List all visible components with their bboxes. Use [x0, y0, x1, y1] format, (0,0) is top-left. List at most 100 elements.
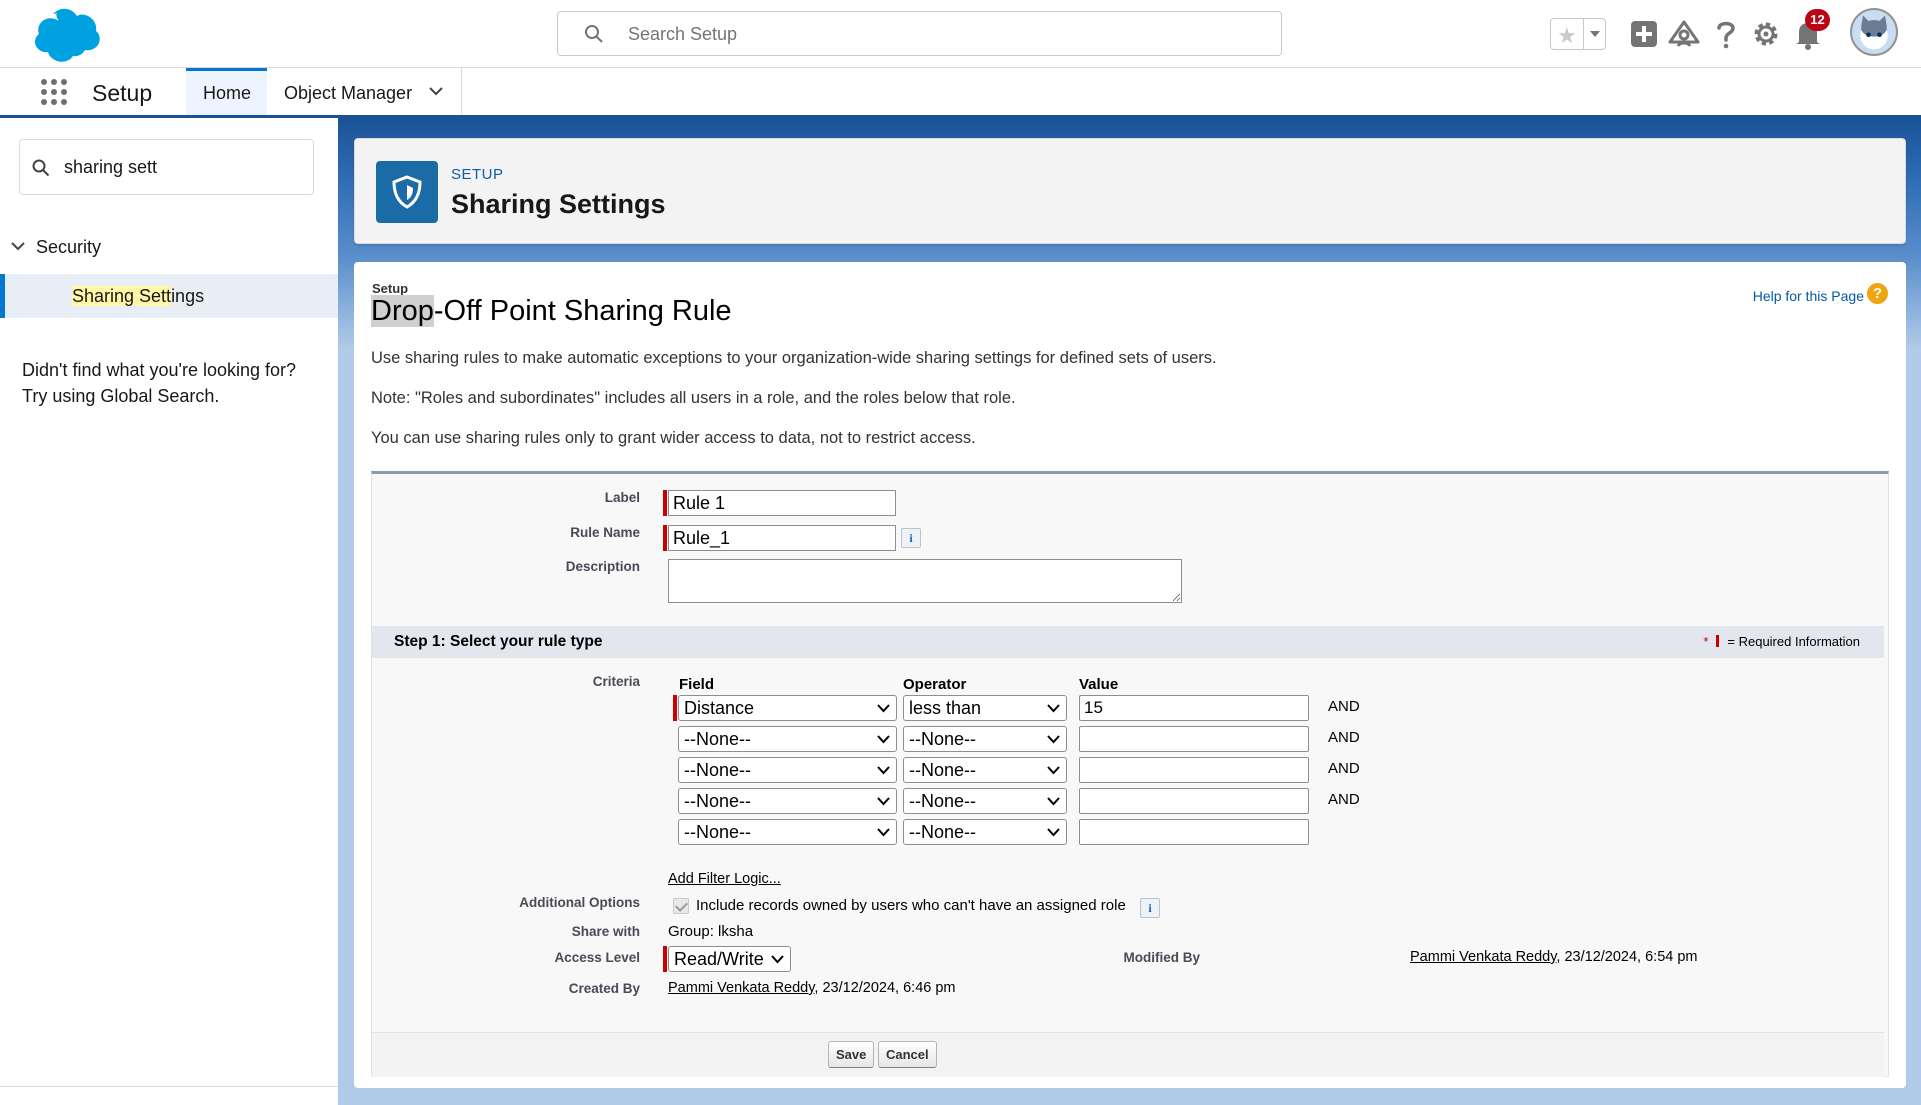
access-level-select[interactable]: Read/Write [668, 946, 791, 972]
app-name: Setup [92, 80, 153, 106]
criteria-field-select[interactable]: Distance [678, 695, 897, 721]
tab-object-manager[interactable]: Object Manager [267, 68, 462, 115]
main-content: Setup Drop-Off Point Sharing Rule Help f… [354, 262, 1906, 1088]
trailhead-icon[interactable] [1666, 16, 1702, 52]
chevron-down-icon [877, 797, 890, 806]
favorites-button[interactable]: ★ [1550, 18, 1606, 50]
column-header-value: Value [1079, 676, 1119, 693]
rule-name-input[interactable] [668, 525, 896, 551]
search-icon [585, 25, 603, 43]
criteria-and-label: AND [1328, 760, 1360, 777]
step-1-header: Step 1: Select your rule type * = Require… [372, 626, 1884, 658]
criteria-field-select[interactable]: --None-- [678, 726, 897, 752]
global-search[interactable] [557, 11, 1282, 56]
selected-text: Drop [371, 295, 434, 327]
chevron-down-icon [877, 735, 890, 744]
star-icon: ★ [1557, 23, 1577, 48]
chevron-down-icon [1047, 797, 1060, 806]
additional-options-label: Additional Options [519, 895, 640, 910]
favorites-dropdown[interactable] [1583, 19, 1605, 49]
global-search-input[interactable] [628, 20, 1248, 48]
access-level-value: Read/Write [674, 949, 764, 969]
modified-by-user-link[interactable]: Pammi Venkata Reddy [1410, 949, 1556, 965]
rule-name-info-icon[interactable]: i [901, 528, 921, 548]
required-indicator [663, 946, 667, 972]
quick-find-input[interactable] [64, 154, 294, 180]
criteria-field-value: Distance [684, 698, 755, 718]
app-launcher-icon[interactable] [40, 78, 68, 106]
share-with-label: Share with [571, 924, 640, 939]
criteria-value-input[interactable] [1079, 788, 1309, 814]
chevron-down-icon [771, 955, 784, 964]
modified-by-value: Pammi Venkata Reddy, 23/12/2024, 6:54 pm [1410, 949, 1698, 965]
criteria-value-input[interactable] [1079, 695, 1309, 721]
sidebar-footer [0, 1086, 338, 1105]
chevron-down-icon [1047, 735, 1060, 744]
add-filter-logic-link[interactable]: Add Filter Logic... [668, 871, 781, 887]
required-information-text: = Required Information [1727, 634, 1860, 649]
tree-node-security[interactable]: Security [10, 237, 101, 258]
help-for-this-page-link[interactable]: Help for this Page [1753, 288, 1864, 304]
rule-title: Drop-Off Point Sharing Rule [371, 295, 732, 328]
chevron-down-icon [877, 828, 890, 837]
label-input[interactable] [668, 490, 896, 516]
criteria-field-select[interactable]: --None-- [678, 819, 897, 845]
tree-node-label: Security [36, 237, 102, 257]
sidebar-item-label: ings [171, 286, 205, 306]
chevron-down-icon [1590, 31, 1600, 37]
required-indicator [663, 490, 667, 516]
required-star: * [1703, 634, 1709, 649]
criteria-field-value: --None-- [684, 760, 752, 780]
criteria-operator-select[interactable]: --None-- [903, 726, 1067, 752]
chevron-down-icon [877, 704, 890, 713]
chevron-down-icon [1047, 828, 1060, 837]
description-textarea[interactable] [668, 559, 1182, 603]
required-information-legend: * = Required Information [1703, 634, 1860, 649]
criteria-operator-value: --None-- [909, 822, 977, 842]
created-by-value: Pammi Venkata Reddy, 23/12/2024, 6:46 pm [668, 980, 956, 996]
setup-gear-icon[interactable] [1748, 16, 1784, 52]
quick-find[interactable] [19, 139, 314, 195]
created-by-date: , 23/12/2024, 6:46 pm [814, 980, 956, 996]
criteria-value-input[interactable] [1079, 726, 1309, 752]
criteria-value-input[interactable] [1079, 819, 1309, 845]
search-match-highlight: Sharing Sett [72, 286, 172, 306]
page-header-eyebrow: SETUP [451, 166, 504, 183]
include-records-checkbox[interactable] [673, 898, 689, 914]
criteria-field-select[interactable]: --None-- [678, 757, 897, 783]
criteria-and-label: AND [1328, 698, 1360, 715]
page-header: SETUP Sharing Settings [354, 138, 1906, 244]
criteria-operator-select[interactable]: --None-- [903, 819, 1067, 845]
sharing-rule-form: Label Rule Name i Description Step 1: Se… [371, 471, 1889, 1077]
note-text: Note: "Roles and subordinates" includes … [371, 389, 1016, 407]
salesforce-logo[interactable] [20, 8, 100, 62]
help-icon[interactable] [1708, 16, 1744, 52]
criteria-operator-select[interactable]: --None-- [903, 757, 1067, 783]
help-circle-icon[interactable]: ? [1867, 283, 1888, 304]
column-header-field: Field [679, 676, 715, 693]
criteria-operator-select[interactable]: less than [903, 695, 1067, 721]
created-by-user-link[interactable]: Pammi Venkata Reddy [668, 980, 814, 996]
sidebar-item-sharing-settings[interactable]: Sharing Settings [0, 274, 338, 318]
not-found-message: Didn't find what you're looking for? Try… [22, 357, 296, 409]
criteria-operator-value: --None-- [909, 791, 977, 811]
additional-options-info-icon[interactable]: i [1140, 898, 1160, 918]
tab-object-manager-label: Object Manager [284, 83, 413, 103]
chevron-down-icon[interactable] [10, 240, 26, 252]
tab-home[interactable]: Home [186, 68, 267, 115]
criteria-and-label: AND [1328, 729, 1360, 746]
chevron-down-icon[interactable] [429, 86, 443, 96]
form-button-bar: Save Cancel [372, 1032, 1884, 1077]
global-create-icon[interactable] [1626, 16, 1662, 52]
criteria-field-value: --None-- [684, 729, 752, 749]
cancel-button[interactable]: Cancel [878, 1041, 937, 1068]
user-avatar[interactable] [1850, 8, 1898, 56]
criteria-value-input[interactable] [1079, 757, 1309, 783]
chevron-down-icon [1047, 704, 1060, 713]
criteria-field-select[interactable]: --None-- [678, 788, 897, 814]
breadcrumb: Setup [372, 281, 409, 296]
criteria-operator-select[interactable]: --None-- [903, 788, 1067, 814]
page-title: Sharing Settings [451, 189, 666, 219]
rule-title-rest: -Off Point Sharing Rule [433, 295, 732, 327]
save-button[interactable]: Save [828, 1041, 875, 1068]
